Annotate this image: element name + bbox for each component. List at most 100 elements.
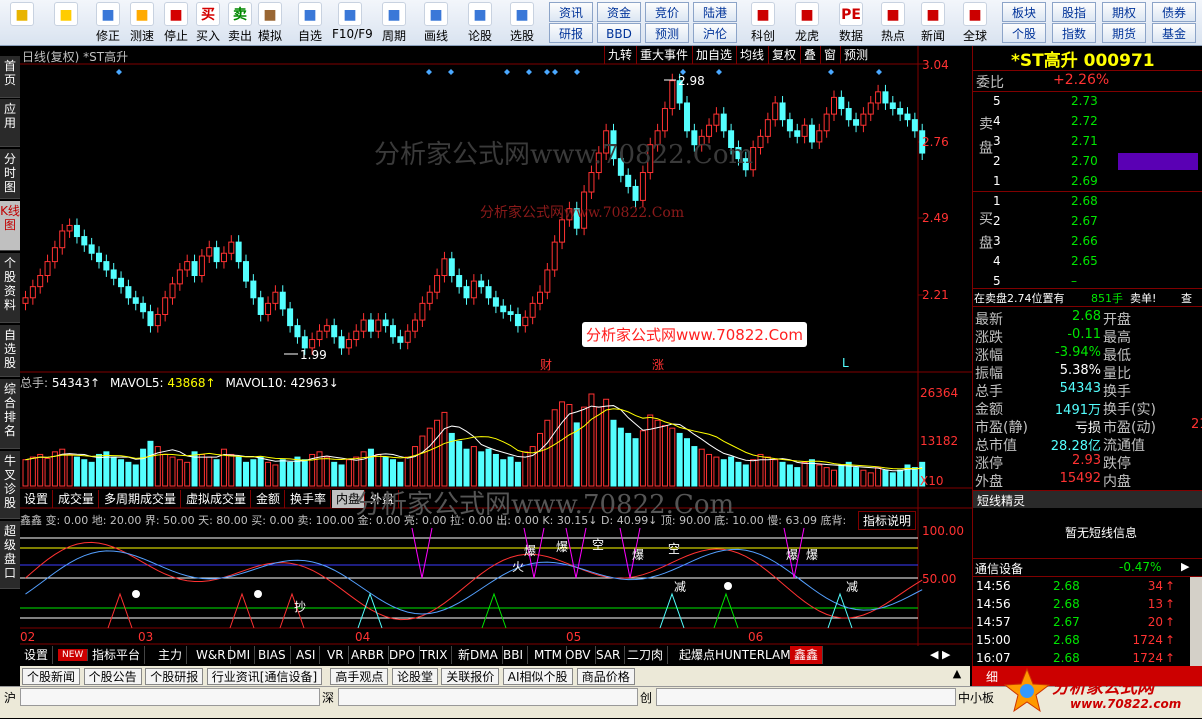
indicator-tab-1[interactable]: NEW xyxy=(58,649,89,661)
sidebar-item-apps[interactable]: 应用 xyxy=(0,99,20,147)
indicator-tab-6[interactable]: BIAS xyxy=(254,646,291,664)
indicator-tab-18[interactable]: 起爆点HUNTERLAM xyxy=(675,646,796,664)
sector-arrow-icon[interactable]: ▶ xyxy=(1181,560,1189,573)
chart-tool-tab-4[interactable]: 复权 xyxy=(768,46,799,64)
volume-sub-tab-2[interactable]: 多周期成交量 xyxy=(100,490,182,508)
news-tab-7[interactable]: AI相似个股 xyxy=(502,668,573,685)
sidebar-item-super-quote[interactable]: 超级盘口 xyxy=(0,521,20,589)
tb-fr-7[interactable]: 基金 xyxy=(1152,23,1196,43)
order-link[interactable]: 查 xyxy=(1181,290,1192,306)
indicator-tab-9[interactable]: ARBR xyxy=(347,646,390,664)
bid-row[interactable]: 2 2.67 xyxy=(973,214,1202,232)
toolbar-button-12[interactable]: ■ 论股 xyxy=(462,0,498,46)
volume-sub-tab-3[interactable]: 虚拟成交量 xyxy=(182,490,252,508)
tb-fr-6[interactable]: 期货 xyxy=(1102,23,1146,43)
toolbar-button-r4[interactable]: ■ 新闻 xyxy=(914,0,952,46)
chart-tool-tab-3[interactable]: 均线 xyxy=(736,46,767,64)
indicator-tab-16[interactable]: SAR xyxy=(592,646,626,664)
ask-row[interactable]: 5 2.73 xyxy=(973,94,1202,112)
tab-scroll-arrows[interactable]: ◀ ▶ xyxy=(930,646,970,664)
indicator-tab-11[interactable]: TRIX xyxy=(416,646,453,664)
tb-small-4[interactable]: 研报 xyxy=(549,23,593,43)
news-tab-3[interactable]: 行业资讯[通信设备] xyxy=(206,668,323,685)
chart-tool-tab-6[interactable]: 窗 xyxy=(820,46,839,64)
toolbar-button-9[interactable]: ■ F10/F9 xyxy=(332,0,373,46)
indicator-tab-2[interactable]: 指标平台 xyxy=(88,646,146,664)
toolbar-button-3[interactable]: ■ 测速 xyxy=(124,0,160,46)
chart-tool-tab-2[interactable]: 加自选 xyxy=(692,46,735,64)
indicator-tab-8[interactable]: VR xyxy=(323,646,349,664)
tb-fr-0[interactable]: 板块 xyxy=(1002,2,1046,22)
toolbar-button-8[interactable]: ■ 自选 xyxy=(292,0,328,46)
indicator-help-button[interactable]: 指标说明 xyxy=(858,511,917,530)
tick-scrollbar[interactable] xyxy=(1190,577,1202,669)
indicator-tab-15[interactable]: OBV xyxy=(561,646,596,664)
toolbar-button-r5[interactable]: ■ 全球 xyxy=(956,0,994,46)
tb-small-5[interactable]: BBD xyxy=(597,23,641,43)
sidebar-item-ranking[interactable]: 综合排名 xyxy=(0,379,20,449)
toolbar-button-r3[interactable]: ■ 热点 xyxy=(874,0,912,46)
indicator-tab-10[interactable]: DPO xyxy=(385,646,420,664)
chart-tool-tab-7[interactable]: 预测 xyxy=(840,46,871,64)
tb-fr-1[interactable]: 股指 xyxy=(1052,2,1096,22)
volume-sub-tab-1[interactable]: 成交量 xyxy=(54,490,100,508)
volume-sub-tab-4[interactable]: 金额 xyxy=(252,490,286,508)
toolbar-button-4[interactable]: ■ 停止 xyxy=(158,0,194,46)
toolbar-button-10[interactable]: ■ 周期 xyxy=(376,0,412,46)
ask-row[interactable]: 3 2.71 xyxy=(973,134,1202,152)
volume-sub-tab-5[interactable]: 换手率 xyxy=(286,490,332,508)
chart-tool-tab-1[interactable]: 重大事件 xyxy=(636,46,691,64)
news-tab-0[interactable]: 个股新闻 xyxy=(22,668,81,685)
event-marker-fin[interactable]: 财 xyxy=(540,356,552,373)
tb-fr-4[interactable]: 个股 xyxy=(1002,23,1046,43)
toolbar-button-r2[interactable]: PE 数据 xyxy=(832,0,870,46)
status-cy[interactable]: 创 xyxy=(640,689,652,706)
indicator-tab-19[interactable]: 鑫鑫 xyxy=(790,646,824,664)
tb-fr-3[interactable]: 债券 xyxy=(1152,2,1196,22)
bid-row[interactable]: 4 2.65 xyxy=(973,254,1202,272)
toolbar-button-2[interactable]: ■ 修正 xyxy=(90,0,126,46)
status-sh[interactable]: 沪 xyxy=(4,689,16,706)
toolbar-button-1[interactable]: ■ xyxy=(48,0,84,46)
event-marker-up[interactable]: 涨 xyxy=(652,356,664,373)
tb-small-0[interactable]: 资讯 xyxy=(549,2,593,22)
toolbar-button-11[interactable]: ■ 画线 xyxy=(418,0,454,46)
detail-tab[interactable]: 细 xyxy=(986,668,998,685)
toolbar-button-r1[interactable]: ■ 龙虎 xyxy=(788,0,826,46)
indicator-tab-13[interactable]: BBI xyxy=(499,646,529,664)
sidebar-item-diagnosis[interactable]: 牛叉诊股 xyxy=(0,451,20,519)
news-tab-1[interactable]: 个股公告 xyxy=(83,668,142,685)
toolbar-button-r0[interactable]: ■ 科创 xyxy=(744,0,782,46)
tb-fr-2[interactable]: 期权 xyxy=(1102,2,1146,22)
ask-row[interactable]: 4 2.72 xyxy=(973,114,1202,132)
chart-tool-tab-5[interactable]: 叠 xyxy=(800,46,819,64)
sidebar-item-kline[interactable]: K线图 xyxy=(0,201,20,251)
chart-tool-tab-0[interactable]: 九转 xyxy=(604,46,635,64)
indicator-tab-5[interactable]: DMI xyxy=(223,646,256,664)
bid-row[interactable]: 3 2.66 xyxy=(973,234,1202,252)
tb-small-2[interactable]: 竞价 xyxy=(645,2,689,22)
indicator-tab-0[interactable]: 设置 xyxy=(20,646,54,664)
status-zxb[interactable]: 中小板 xyxy=(958,689,994,706)
toolbar-button-7[interactable]: ■ 模拟 xyxy=(252,0,288,46)
news-tab-2[interactable]: 个股研报 xyxy=(145,668,204,685)
indicator-tab-3[interactable]: 主力 xyxy=(154,646,188,664)
sector-name[interactable]: 通信设备 xyxy=(975,560,1023,577)
news-tab-6[interactable]: 关联报价 xyxy=(441,668,500,685)
sidebar-item-home[interactable]: 首页 xyxy=(0,56,20,98)
tb-small-6[interactable]: 预测 xyxy=(645,23,689,43)
tb-small-7[interactable]: 沪伦 xyxy=(693,23,737,43)
sidebar-item-stock-info[interactable]: 个股资料 xyxy=(0,253,20,323)
news-tab-8[interactable]: 商品价格 xyxy=(576,668,635,685)
status-sz[interactable]: 深 xyxy=(322,689,334,706)
tb-small-1[interactable]: 资金 xyxy=(597,2,641,22)
indicator-tab-12[interactable]: 新DMA xyxy=(454,646,503,664)
collapse-up-icon[interactable]: ▲ xyxy=(948,667,966,683)
indicator-tab-17[interactable]: 二刀肉 xyxy=(623,646,669,664)
tb-fr-5[interactable]: 指数 xyxy=(1052,23,1096,43)
indicator-tab-7[interactable]: ASI xyxy=(292,646,321,664)
news-tab-4[interactable]: 高手观点 xyxy=(330,668,389,685)
toolbar-button-13[interactable]: ■ 选股 xyxy=(504,0,540,46)
toolbar-button-5[interactable]: 买买入 xyxy=(190,0,226,46)
news-tab-5[interactable]: 论股堂 xyxy=(392,668,439,685)
